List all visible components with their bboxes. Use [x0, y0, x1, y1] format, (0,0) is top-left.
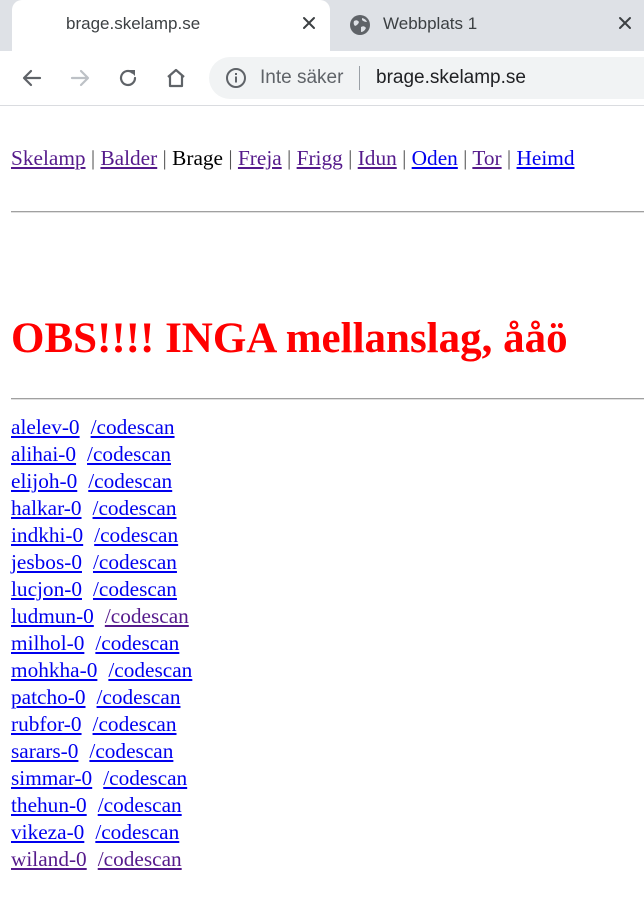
codescan-link[interactable]: /codescan [97, 685, 181, 709]
user-link[interactable]: rubfor-0 [11, 712, 82, 736]
browser-toolbar: Inte säker brage.skelamp.se [0, 51, 644, 106]
list-item: ludmun-0/codescan [11, 603, 192, 630]
tab-inactive[interactable]: Webbplats 1 [330, 0, 644, 51]
nav-link-heimd[interactable]: Heimd [517, 146, 575, 170]
globe-icon [349, 14, 371, 41]
user-link[interactable]: vikeza-0 [11, 820, 84, 844]
codescan-link[interactable]: /codescan [87, 442, 171, 466]
codescan-link[interactable]: /codescan [108, 658, 192, 682]
nav-separator: | [85, 146, 101, 170]
user-link[interactable]: halkar-0 [11, 496, 82, 520]
codescan-link[interactable]: /codescan [88, 469, 172, 493]
site-nav: Skelamp | Balder | Brage | Freja | Frigg… [11, 143, 575, 173]
codescan-link[interactable]: /codescan [93, 550, 177, 574]
list-item: alihai-0/codescan [11, 441, 192, 468]
back-button[interactable] [18, 64, 46, 92]
close-icon[interactable] [614, 12, 636, 34]
divider [11, 211, 644, 213]
nav-link-oden[interactable]: Oden [412, 146, 458, 170]
user-link[interactable]: mohkha-0 [11, 658, 97, 682]
nav-separator: | [501, 146, 517, 170]
user-link[interactable]: wiland-0 [11, 847, 87, 871]
nav-link-freja[interactable]: Freja [238, 146, 282, 170]
address-bar[interactable]: Inte säker brage.skelamp.se [209, 57, 644, 99]
codescan-link[interactable]: /codescan [91, 415, 175, 439]
list-item: patcho-0/codescan [11, 684, 192, 711]
nav-link-brage: Brage [172, 146, 224, 170]
list-item: milhol-0/codescan [11, 630, 192, 657]
user-link[interactable]: jesbos-0 [11, 550, 82, 574]
list-item: vikeza-0/codescan [11, 819, 192, 846]
list-item: simmar-0/codescan [11, 765, 192, 792]
codescan-link[interactable]: /codescan [94, 523, 178, 547]
divider [359, 66, 360, 90]
list-item: jesbos-0/codescan [11, 549, 192, 576]
nav-link-balder[interactable]: Balder [100, 146, 157, 170]
list-item: sarars-0/codescan [11, 738, 192, 765]
codescan-link[interactable]: /codescan [95, 631, 179, 655]
nav-separator: | [457, 146, 473, 170]
codescan-link[interactable]: /codescan [95, 820, 179, 844]
arrow-left-icon [22, 69, 42, 87]
tab-title: Webbplats 1 [383, 14, 478, 33]
codescan-link[interactable]: /codescan [98, 847, 182, 871]
list-item: alelev-0/codescan [11, 414, 192, 441]
tab-strip: brage.skelamp.se Webbplats 1 [0, 0, 644, 51]
nav-separator: | [223, 146, 238, 170]
tab-title: brage.skelamp.se [66, 14, 201, 33]
codescan-link[interactable]: /codescan [89, 739, 173, 763]
home-icon [167, 68, 185, 88]
warning-heading: OBS!!!! INGA mellanslag, ååö [11, 315, 568, 362]
list-item: mohkha-0/codescan [11, 657, 192, 684]
home-button[interactable] [162, 64, 190, 92]
list-item: halkar-0/codescan [11, 495, 192, 522]
user-link[interactable]: milhol-0 [11, 631, 84, 655]
user-link[interactable]: patcho-0 [11, 685, 86, 709]
reload-icon [119, 69, 137, 87]
info-icon[interactable] [225, 67, 247, 95]
list-item: thehun-0/codescan [11, 792, 192, 819]
codescan-link[interactable]: /codescan [98, 793, 182, 817]
arrow-right-icon [70, 69, 90, 87]
nav-separator: | [396, 146, 412, 170]
codescan-link[interactable]: /codescan [93, 712, 177, 736]
list-item: elijoh-0/codescan [11, 468, 192, 495]
user-link[interactable]: simmar-0 [11, 766, 92, 790]
nav-separator: | [157, 146, 173, 170]
user-link[interactable]: indkhi-0 [11, 523, 83, 547]
user-link[interactable]: alelev-0 [11, 415, 80, 439]
user-link[interactable]: ludmun-0 [11, 604, 94, 628]
codescan-link[interactable]: /codescan [103, 766, 187, 790]
nav-link-idun[interactable]: Idun [358, 146, 397, 170]
close-icon[interactable] [298, 12, 320, 34]
list-item: wiland-0/codescan [11, 846, 192, 873]
reload-button[interactable] [114, 64, 142, 92]
list-item: rubfor-0/codescan [11, 711, 192, 738]
codescan-link[interactable]: /codescan [105, 604, 189, 628]
security-label: Inte säker [260, 67, 344, 88]
user-link[interactable]: alihai-0 [11, 442, 76, 466]
codescan-link[interactable]: /codescan [93, 496, 177, 520]
nav-link-skelamp[interactable]: Skelamp [11, 146, 86, 170]
nav-link-frigg[interactable]: Frigg [297, 146, 343, 170]
user-list: alelev-0/codescan alihai-0/codescan elijoh… [11, 414, 192, 873]
nav-separator: | [281, 146, 297, 170]
nav-link-tor[interactable]: Tor [472, 146, 501, 170]
divider [11, 398, 644, 400]
user-link[interactable]: thehun-0 [11, 793, 87, 817]
user-link[interactable]: lucjon-0 [11, 577, 82, 601]
list-item: lucjon-0/codescan [11, 576, 192, 603]
nav-separator: | [342, 146, 358, 170]
list-item: indkhi-0/codescan [11, 522, 192, 549]
user-link[interactable]: elijoh-0 [11, 469, 77, 493]
url-text[interactable]: brage.skelamp.se [376, 67, 526, 89]
user-link[interactable]: sarars-0 [11, 739, 78, 763]
tab-active[interactable]: brage.skelamp.se [12, 0, 330, 51]
codescan-link[interactable]: /codescan [93, 577, 177, 601]
forward-button[interactable] [66, 64, 94, 92]
